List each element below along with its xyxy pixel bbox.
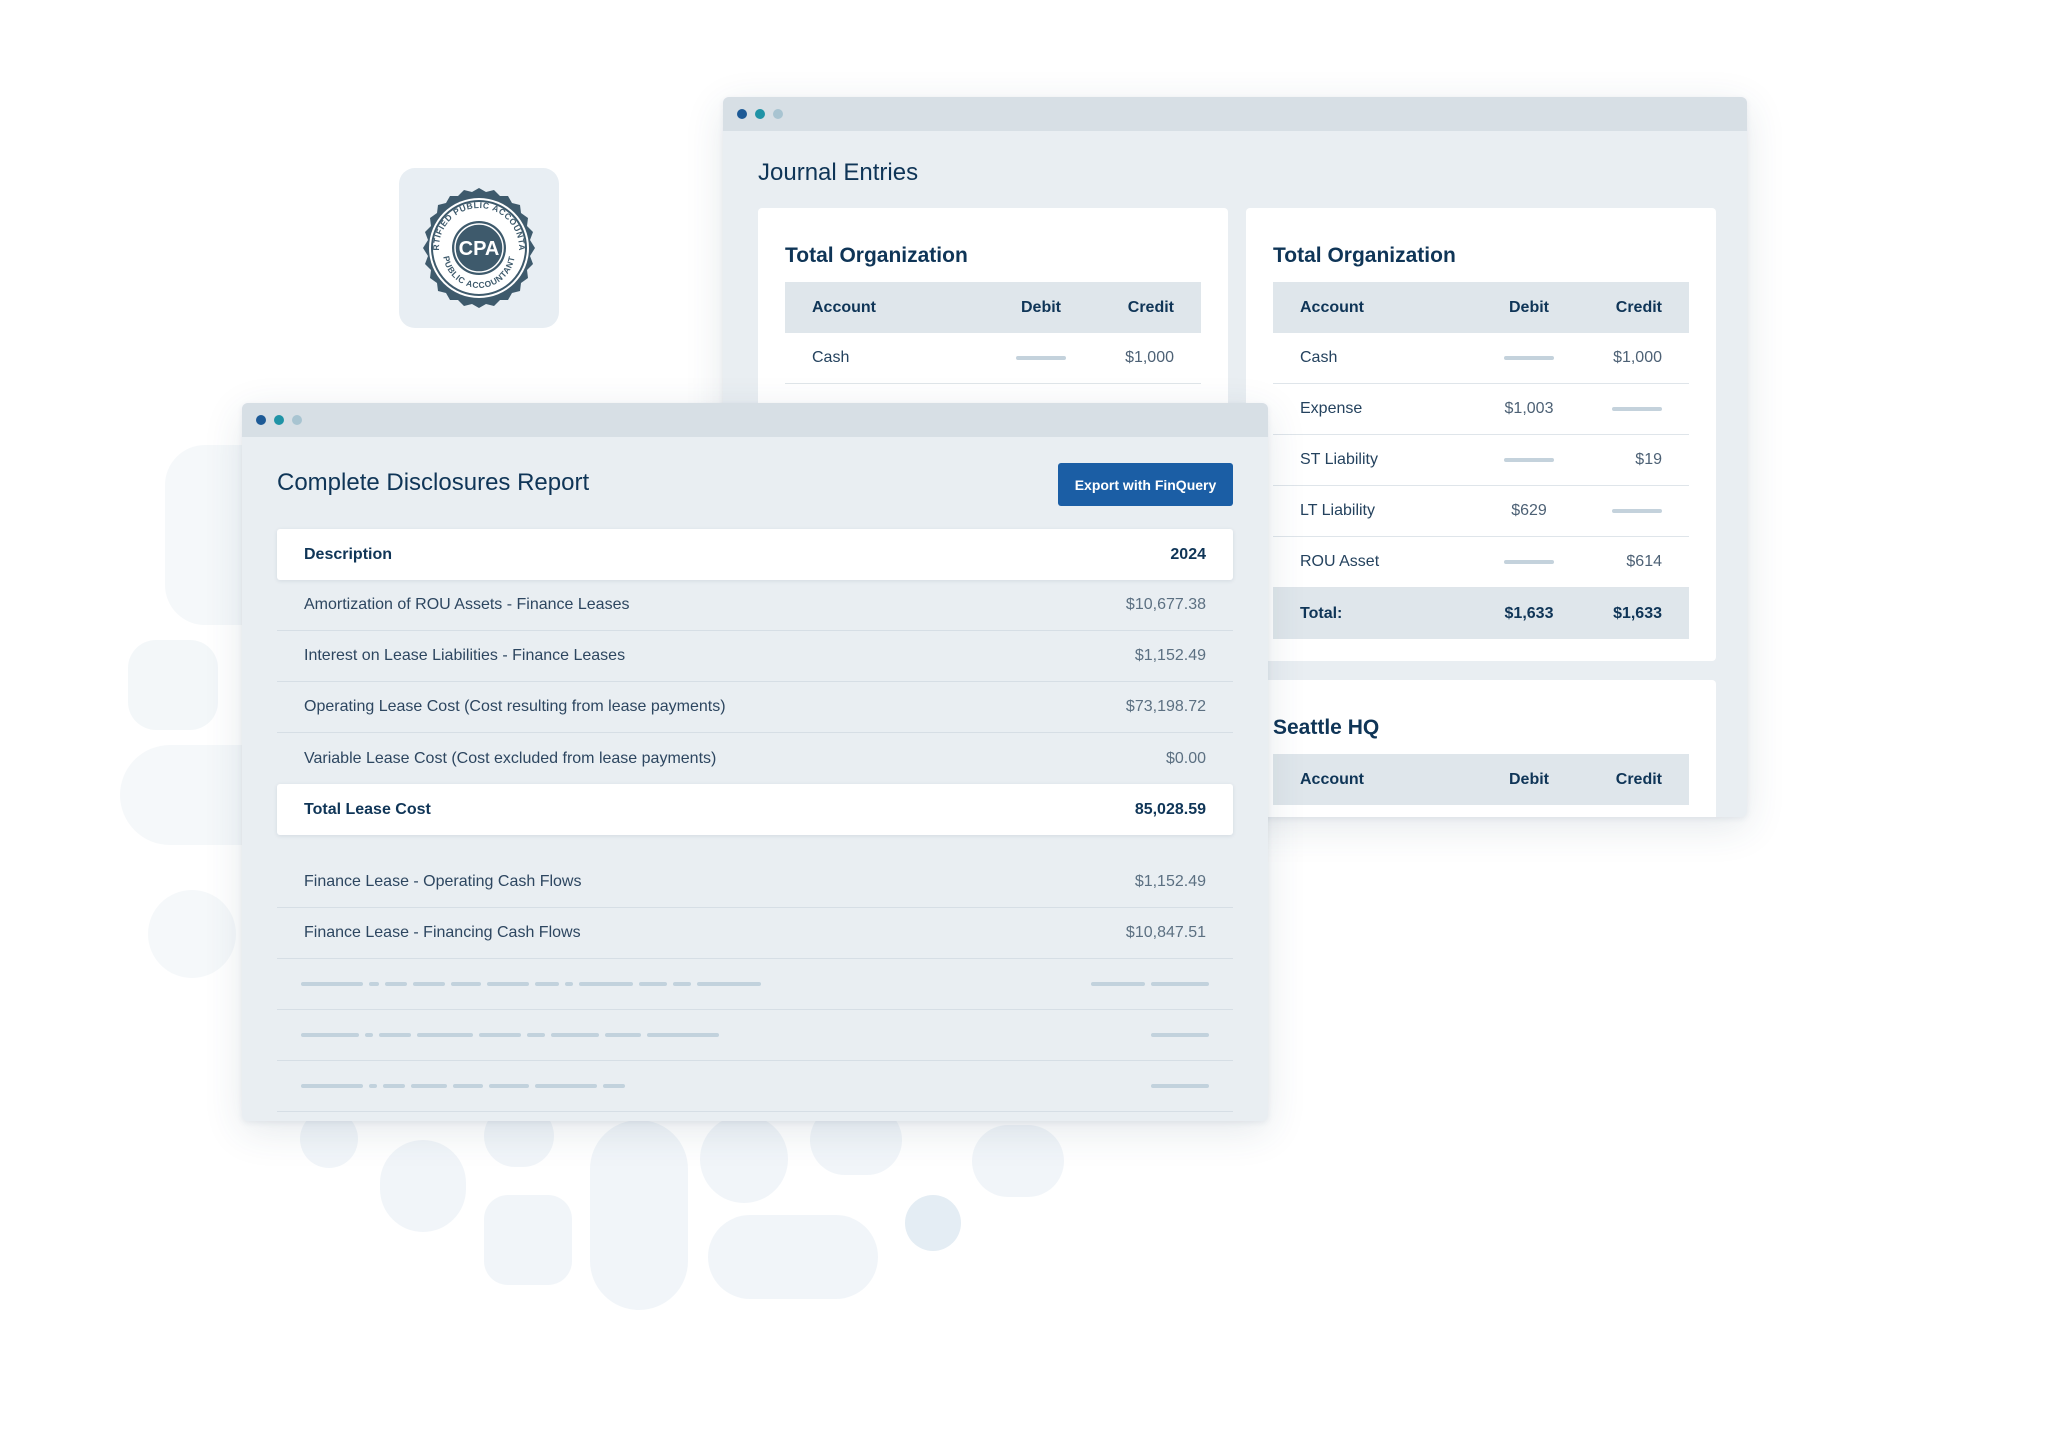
window-titlebar: [242, 403, 1268, 437]
window-dot-icon[interactable]: [737, 109, 747, 119]
report-title: Complete Disclosures Report: [277, 469, 590, 496]
row-account: Expense: [1300, 400, 1363, 417]
header-credit: Credit: [1615, 770, 1662, 788]
total-debit: $1,633: [1504, 604, 1554, 622]
table-total-row: Total Lease Cost 85,028.59: [277, 784, 1233, 835]
header-description: Description: [304, 545, 393, 563]
table-row: Cash $1,000: [785, 333, 1201, 384]
journal-title: Journal Entries: [758, 159, 919, 186]
total-label: Total:: [1300, 604, 1343, 622]
row-description: Variable Lease Cost (Cost excluded from …: [304, 749, 717, 767]
disclosures-table: Description 2024 Amortization of ROU Ass…: [277, 529, 1233, 1112]
card-title: Seattle HQ: [1273, 716, 1380, 739]
table-row: Expense $1,003: [1273, 384, 1689, 435]
table-header: Account Debit Credit: [785, 282, 1201, 333]
row-value: $10,677.38: [1125, 596, 1206, 613]
header-debit: Debit: [1021, 298, 1061, 316]
table-total-row: Total: $1,633 $1,633: [1273, 588, 1689, 639]
row-account: LT Liability: [1300, 502, 1375, 519]
window-titlebar: [723, 97, 1747, 131]
window-dot-icon[interactable]: [274, 415, 284, 425]
row-account: ST Liability: [1300, 451, 1378, 468]
placeholder-row: [277, 1061, 1233, 1112]
cpa-badge-card: CERTIFIED PUBLIC ACCOUNTANT PUBLIC ACCOU…: [399, 168, 559, 328]
table-row: Variable Lease Cost (Cost excluded from …: [277, 733, 1233, 784]
row-value: $0.00: [1165, 749, 1206, 767]
total-value: 85,028.59: [1134, 800, 1206, 818]
row-debit: $629: [1511, 502, 1547, 519]
row-description: Finance Lease - Operating Cash Flows: [304, 873, 582, 890]
empty-dash: [1589, 400, 1689, 418]
table-row: Finance Lease - Financing Cash Flows $10…: [277, 908, 1233, 959]
table-row: ROU Asset $614: [1273, 537, 1689, 588]
empty-dash: [981, 349, 1101, 367]
empty-dash: [1589, 502, 1689, 520]
table-row: Finance Lease - Operating Cash Flows $1,…: [277, 857, 1233, 908]
empty-dash: [1469, 349, 1589, 367]
empty-dash: [1469, 451, 1589, 469]
row-value: $1,152.49: [1134, 873, 1206, 890]
journal-card-seattle-hq: Seattle HQ Account Debit Credit: [1246, 680, 1716, 817]
row-credit: $1,000: [1125, 349, 1174, 366]
row-credit: $1,000: [1613, 349, 1662, 366]
journal-table: Account Debit Credit Cash $1,000: [785, 282, 1201, 384]
window-dot-icon[interactable]: [755, 109, 765, 119]
header-credit: Credit: [1127, 298, 1174, 316]
table-row: Amortization of ROU Assets - Finance Lea…: [277, 580, 1233, 631]
header-debit: Debit: [1509, 770, 1549, 788]
placeholder-row: [277, 959, 1233, 1010]
row-description: Amortization of ROU Assets - Finance Lea…: [304, 596, 630, 613]
row-account: Cash: [1300, 349, 1338, 366]
table-row: LT Liability $629: [1273, 486, 1689, 537]
card-title: Total Organization: [1273, 244, 1456, 267]
journal-card-total-organization: Total Organization Account Debit Credit …: [758, 208, 1228, 428]
journal-table: Account Debit Credit: [1273, 754, 1689, 805]
table-row: Operating Lease Cost (Cost resulting fro…: [277, 682, 1233, 733]
table-row: Cash $1,000: [1273, 333, 1689, 384]
row-account: Cash: [812, 349, 850, 366]
table-header: Account Debit Credit: [1273, 282, 1689, 333]
row-credit: $614: [1626, 553, 1662, 570]
header-account: Account: [1300, 298, 1364, 316]
header-debit: Debit: [1509, 298, 1549, 316]
row-value: $10,847.51: [1125, 924, 1206, 941]
export-button[interactable]: Export with FinQuery: [1058, 463, 1233, 506]
empty-dash: [1469, 553, 1589, 571]
card-title: Total Organization: [785, 244, 968, 267]
journal-table: Account Debit Credit Cash $1,000 Expense…: [1273, 282, 1689, 639]
row-account: ROU Asset: [1300, 553, 1380, 570]
journal-card-total-organization: Total Organization Account Debit Credit …: [1246, 208, 1716, 661]
row-debit: $1,003: [1504, 400, 1554, 417]
header-year: 2024: [1170, 545, 1206, 563]
row-credit: $19: [1635, 451, 1662, 468]
table-row: ST Liability $19: [1273, 435, 1689, 486]
placeholder-row: [277, 1010, 1233, 1061]
window-dot-icon[interactable]: [292, 415, 302, 425]
row-value: $1,152.49: [1134, 647, 1206, 664]
header-account: Account: [1300, 770, 1364, 788]
window-dot-icon[interactable]: [773, 109, 783, 119]
row-description: Operating Lease Cost (Cost resulting fro…: [304, 698, 726, 715]
table-row: Interest on Lease Liabilities - Finance …: [277, 631, 1233, 682]
total-description: Total Lease Cost: [304, 800, 431, 818]
header-credit: Credit: [1615, 298, 1662, 316]
header-account: Account: [812, 298, 876, 316]
table-header: Account Debit Credit: [1273, 754, 1689, 805]
seal-center-text: CPA: [459, 238, 500, 260]
table-header: Description 2024: [277, 529, 1233, 580]
row-description: Finance Lease - Financing Cash Flows: [304, 924, 581, 941]
row-value: $73,198.72: [1125, 698, 1206, 715]
disclosures-report-window: Complete Disclosures Report Export with …: [242, 403, 1268, 1121]
cpa-seal-icon: CERTIFIED PUBLIC ACCOUNTANT PUBLIC ACCOU…: [417, 186, 535, 308]
row-description: Interest on Lease Liabilities - Finance …: [304, 647, 626, 664]
window-dot-icon[interactable]: [256, 415, 266, 425]
total-credit: $1,633: [1613, 604, 1662, 622]
